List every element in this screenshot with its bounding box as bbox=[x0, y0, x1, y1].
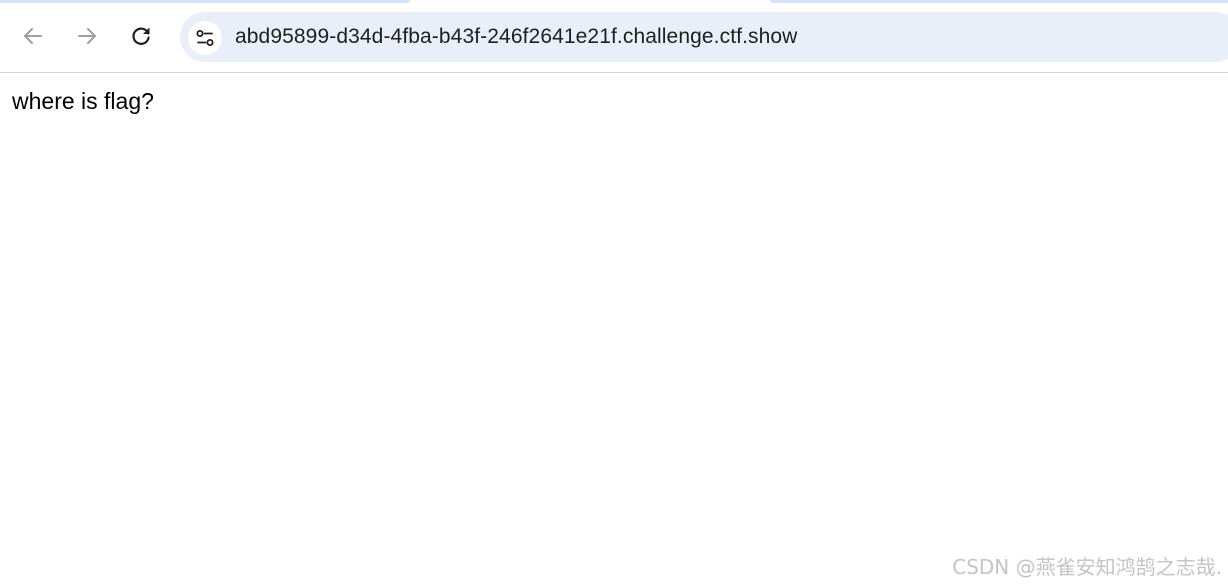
page-body-text: where is flag? bbox=[12, 88, 154, 114]
reload-icon bbox=[132, 27, 150, 45]
page-content: where is flag? bbox=[0, 73, 1228, 586]
arrow-right-icon bbox=[78, 28, 96, 44]
arrow-left-icon bbox=[24, 28, 42, 44]
tab-strip-left bbox=[0, 0, 410, 3]
tune-icon bbox=[196, 30, 214, 46]
reload-button[interactable] bbox=[127, 22, 155, 50]
browser-window: abd95899-d34d-4fba-b43f-246f2641e21f.cha… bbox=[0, 0, 1228, 586]
address-bar[interactable]: abd95899-d34d-4fba-b43f-246f2641e21f.cha… bbox=[180, 12, 1228, 62]
watermark: CSDN @燕雀安知鸿鹄之志哉. bbox=[952, 555, 1222, 579]
url-text[interactable]: abd95899-d34d-4fba-b43f-246f2641e21f.cha… bbox=[235, 25, 797, 49]
browser-toolbar: abd95899-d34d-4fba-b43f-246f2641e21f.cha… bbox=[0, 4, 1228, 72]
back-button[interactable] bbox=[19, 22, 47, 50]
tab-strip-right bbox=[770, 0, 1228, 3]
forward-button[interactable] bbox=[73, 22, 101, 50]
site-info-button[interactable] bbox=[188, 21, 222, 55]
